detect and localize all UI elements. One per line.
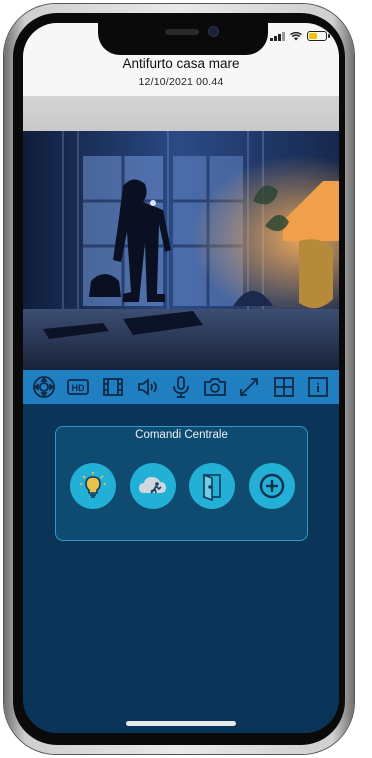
- panel-title: Comandi Centrale: [135, 429, 228, 441]
- intrusion-button[interactable]: [130, 463, 176, 509]
- status-bar-icons: [270, 31, 330, 41]
- grid-icon: [273, 377, 294, 397]
- phone-screen: Antifurto casa mare 12/10/2021 00.44 HD …: [23, 23, 339, 733]
- ptz-control-icon: [33, 376, 56, 398]
- cloud-intruder-icon: [139, 477, 166, 494]
- wifi-icon: [290, 31, 302, 40]
- add-command-button[interactable]: [249, 463, 295, 509]
- camera-feed[interactable]: [23, 131, 339, 370]
- audio-button[interactable]: [134, 374, 160, 400]
- camera-toolbar: HD i: [23, 370, 339, 404]
- light-button[interactable]: [70, 463, 116, 509]
- hd-button[interactable]: HD: [65, 374, 91, 400]
- earpiece-speaker: [165, 29, 199, 35]
- info-button[interactable]: i: [305, 374, 331, 400]
- separator-bar: [23, 96, 339, 131]
- info-icon: i: [307, 377, 328, 397]
- fullscreen-button[interactable]: [236, 374, 262, 400]
- battery-icon: [307, 31, 330, 41]
- add-icon: [259, 473, 285, 499]
- grid-view-button[interactable]: [271, 374, 297, 400]
- door-button[interactable]: [189, 463, 235, 509]
- phone-notch: [98, 23, 268, 55]
- date-time: 12/10/2021 00.44: [138, 76, 224, 88]
- light-bulb-icon: [80, 472, 106, 498]
- hd-icon: HD: [67, 379, 90, 395]
- hd-label: HD: [72, 383, 85, 393]
- microphone-button[interactable]: [168, 374, 194, 400]
- snapshot-button[interactable]: [202, 374, 228, 400]
- door-icon: [203, 473, 221, 501]
- bottom-area: [23, 704, 339, 733]
- video-record-button[interactable]: [100, 374, 126, 400]
- fullscreen-icon: [240, 378, 259, 396]
- main-content: Comandi Centrale: [23, 404, 339, 704]
- signal-icon: [270, 31, 285, 41]
- camera-icon: [204, 378, 227, 396]
- central-commands-panel: Comandi Centrale: [55, 426, 308, 541]
- film-icon: [102, 378, 123, 396]
- microphone-icon: [173, 376, 189, 398]
- speaker-icon: [137, 378, 157, 396]
- front-camera: [208, 26, 219, 37]
- page-title: Antifurto casa mare: [122, 56, 240, 71]
- info-label: i: [316, 380, 320, 395]
- ptz-control-button[interactable]: [31, 374, 57, 400]
- home-indicator[interactable]: [126, 721, 236, 726]
